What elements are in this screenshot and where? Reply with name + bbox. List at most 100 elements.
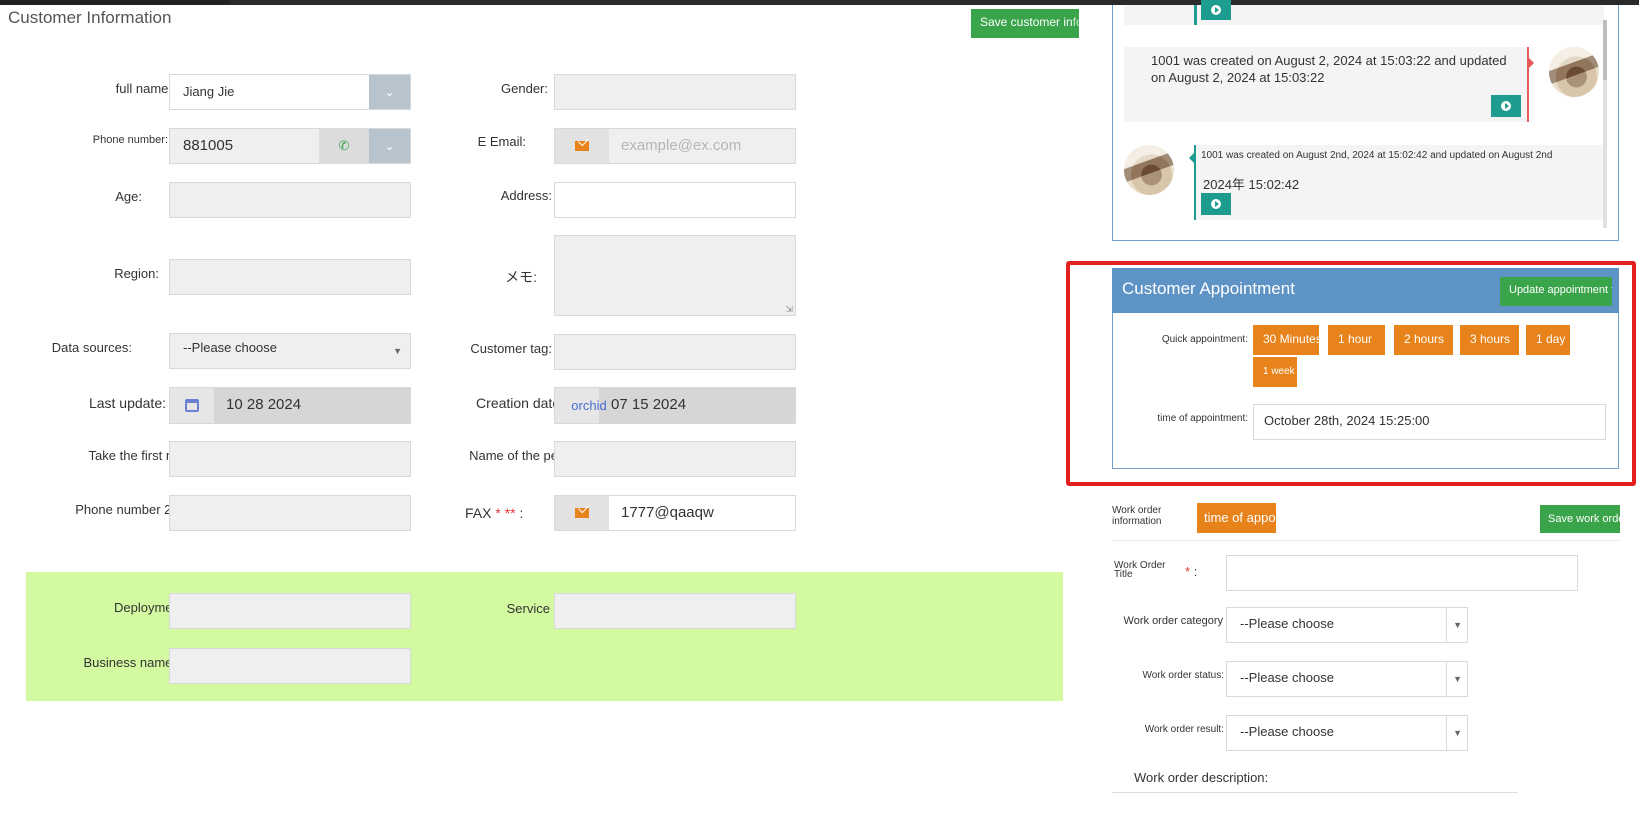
work-order-description-label: Work order description:: [1134, 770, 1269, 785]
avatar: [1124, 145, 1174, 195]
full-name-label: full name:: [115, 81, 172, 96]
work-order-section-label-line1: Work order: [1112, 505, 1162, 516]
creation-date-input[interactable]: orchid 07 15 2024: [554, 387, 796, 424]
select-separator: [1446, 716, 1447, 750]
work-order-section-label: Work order information: [1112, 505, 1161, 527]
first-name-input[interactable]: [169, 441, 411, 477]
play-button[interactable]: [1201, 0, 1231, 20]
email-input[interactable]: example@ex.com: [554, 128, 796, 164]
fax-label: FAX: [465, 505, 492, 521]
save-customer-info-button[interactable]: Save customer information: [971, 9, 1079, 38]
business-name-label: Business name:: [83, 655, 177, 670]
work-order-status-select[interactable]: --Please choose ▼: [1226, 661, 1468, 697]
person-in-charge-input[interactable]: [554, 441, 796, 477]
select-separator: [1446, 608, 1447, 642]
work-order-result-value: --Please choose: [1240, 724, 1334, 739]
phone-icon: ✆: [338, 138, 350, 153]
full-name-value: Jiang Jie: [183, 84, 235, 99]
play-icon: [1501, 101, 1511, 111]
gender-label: Gender:: [501, 81, 548, 96]
envelope-icon: [575, 141, 589, 151]
creation-date-value: 07 15 2024: [611, 396, 687, 413]
fax-input[interactable]: 1777@qaaqw: [554, 495, 796, 531]
memo-textarea[interactable]: ⇲: [554, 235, 796, 316]
chevron-down-icon: ⌄: [384, 85, 395, 99]
fax-value: 1777@qaaqw: [621, 504, 714, 521]
work-order-title-label-line2: Title: [1114, 569, 1133, 580]
service-position-input[interactable]: [554, 593, 796, 629]
scrollbar-thumb[interactable]: [1603, 20, 1607, 80]
work-order-section-label-line2: information: [1112, 516, 1162, 527]
caret-down-icon: ▼: [1453, 620, 1462, 630]
work-order-status-label: Work order status:: [1142, 670, 1224, 681]
fax-label-group: FAX * ** :: [465, 505, 523, 521]
envelope-icon: [575, 508, 589, 518]
save-button-label-faded: formation: [1072, 15, 1079, 29]
phone2-label: Phone number 2:: [75, 502, 175, 517]
play-button[interactable]: [1491, 95, 1521, 117]
calendar-icon: [185, 399, 199, 412]
page-title: Customer Information: [8, 8, 172, 27]
calendar-addon[interactable]: [170, 388, 214, 423]
full-name-dropdown-button[interactable]: ⌄: [369, 75, 410, 109]
chevron-down-icon: ⌄: [384, 139, 395, 153]
log-item-text-line1: 1001 was created on August 2nd, 2024 at …: [1201, 150, 1553, 161]
save-button-label: Save customer in: [980, 15, 1073, 29]
age-input[interactable]: [169, 182, 411, 218]
data-sources-value: --Please choose: [183, 340, 277, 355]
log-item-marker: [1194, 5, 1197, 25]
work-order-title-label: Work Order Title: [1114, 561, 1166, 580]
work-order-category-select[interactable]: --Please choose ▼: [1226, 607, 1468, 643]
last-update-value: 10 28 2024: [226, 396, 302, 413]
last-update-label: Last update:: [88, 395, 166, 411]
customer-tag-label: Customer tag:: [470, 341, 552, 356]
work-order-category-value: --Please choose: [1240, 616, 1334, 631]
customer-tag-input[interactable]: [554, 334, 796, 370]
caret-down-icon: ▼: [1453, 728, 1462, 738]
divider: [1112, 792, 1518, 793]
memo-label: メモ:: [505, 269, 537, 285]
play-icon: [1211, 199, 1221, 209]
divider: [1112, 540, 1619, 541]
phone-input[interactable]: 881005 ✆ ⌄: [169, 128, 411, 164]
log-item-text-line2: 2024年 15:02:42: [1203, 177, 1300, 192]
phone2-input[interactable]: [169, 495, 411, 531]
address-label: Address:: [500, 188, 552, 203]
time-of-appointment-button[interactable]: time of appointment: [1197, 503, 1276, 533]
fax-required-marker: * **: [495, 505, 516, 521]
work-order-status-value: --Please choose: [1240, 670, 1334, 685]
gender-input[interactable]: [554, 74, 796, 110]
age-label: Age:: [115, 189, 142, 204]
caret-down-icon: ▼: [393, 346, 402, 356]
business-name-input[interactable]: [169, 648, 411, 684]
last-update-input[interactable]: 10 28 2024: [169, 387, 411, 424]
highlight-box: [1066, 261, 1636, 486]
work-order-result-select[interactable]: --Please choose ▼: [1226, 715, 1468, 751]
phone-value: 881005: [183, 137, 234, 154]
work-order-title-required: * :: [1185, 564, 1197, 579]
avatar: [1549, 47, 1599, 97]
email-placeholder: example@ex.com: [621, 137, 742, 154]
address-input[interactable]: [554, 182, 796, 218]
call-button[interactable]: ✆: [319, 129, 369, 163]
play-icon: [1211, 5, 1221, 15]
full-name-input[interactable]: Jiang Jie ⌄: [169, 74, 411, 110]
play-button[interactable]: [1201, 193, 1231, 215]
work-order-title-input[interactable]: [1226, 555, 1578, 591]
phone-label: Phone number:: [92, 134, 168, 146]
deployment-input[interactable]: [169, 593, 411, 629]
region-input[interactable]: [169, 259, 411, 295]
select-separator: [1446, 662, 1447, 696]
work-order-result-label: Work order result:: [1144, 724, 1224, 735]
data-sources-select[interactable]: --Please choose ▼: [169, 333, 411, 369]
fax-addon: [555, 496, 609, 530]
data-sources-label: Data sources:: [51, 340, 132, 355]
save-work-order-button[interactable]: Save work order: [1540, 505, 1620, 533]
resize-handle-icon[interactable]: ⇲: [785, 304, 793, 315]
creation-date-tag: orchid: [571, 398, 607, 413]
fax-colon: :: [519, 505, 524, 521]
required-marker: *: [1185, 564, 1191, 579]
scrollbar[interactable]: [1603, 20, 1607, 228]
region-label: Region:: [114, 266, 159, 281]
phone-dropdown-button[interactable]: ⌄: [369, 129, 410, 163]
